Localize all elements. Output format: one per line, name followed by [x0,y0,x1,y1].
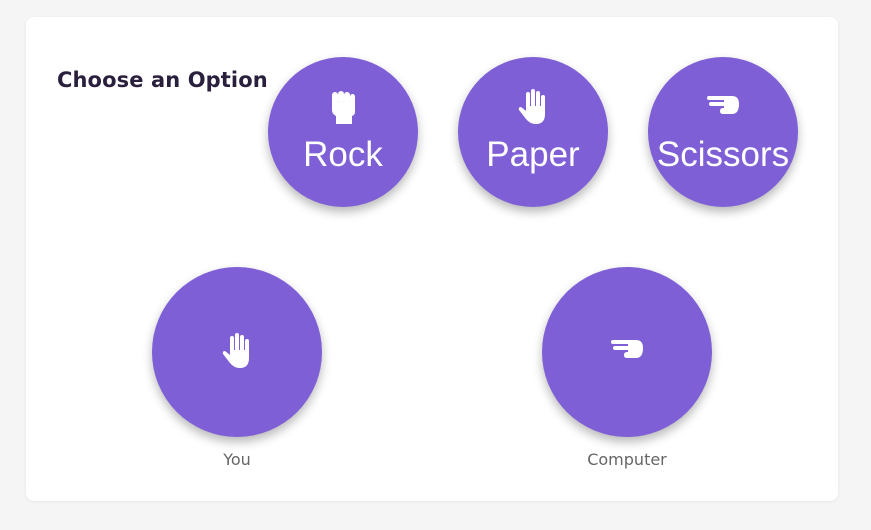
fist-icon [326,88,360,128]
pointing-hand-icon [607,332,647,372]
scissors-label: Scissors [656,135,790,174]
player-label: You [223,450,251,469]
scissors-button[interactable]: Scissors [648,57,798,207]
paper-button[interactable]: Paper [458,57,608,207]
rock-label: Rock [303,135,383,174]
rock-button[interactable]: Rock [268,57,418,207]
computer-label: Computer [587,450,667,469]
pointing-hand-icon [706,88,740,128]
raised-hand-icon [516,88,550,128]
computer-choice-circle [542,267,712,437]
page-title: Choose an Option [57,68,268,92]
raised-hand-icon [217,332,257,372]
player-choice-circle [152,267,322,437]
paper-label: Paper [486,135,580,174]
